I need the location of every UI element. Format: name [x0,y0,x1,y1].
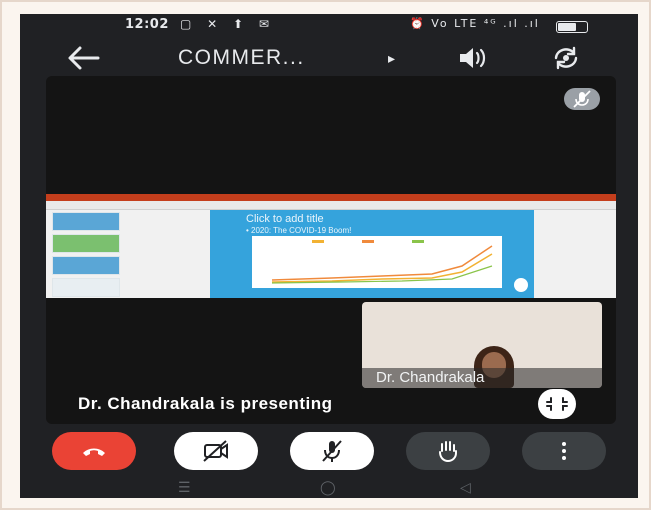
call-controls [20,432,638,476]
camera-toggle-button[interactable] [174,432,258,470]
collapse-icon [546,397,568,411]
phone-hangup-icon [83,448,105,456]
speaker-icon [460,48,486,68]
signal-icons: ⏰ Vo LTE ⁴ᴳ .ıl .ıl [410,17,540,30]
battery-icon [556,21,588,33]
shared-screen: Click to add title • 2020: The COVID-19 … [46,194,616,298]
slide-thumbnails [52,212,122,298]
mic-off-icon [573,90,591,108]
slide-thumbnail [52,256,120,275]
presenting-status: Dr. Chandrakala is presenting [78,394,333,413]
meeting-title[interactable]: COMMER... [178,46,305,70]
flip-camera-icon [554,46,578,70]
speaker-button[interactable] [457,46,489,70]
status-bar: 12:02 ▢ ✕ ⬆ ✉ ⏰ Vo LTE ⁴ᴳ .ıl .ıl [20,14,638,38]
slide-graphic [514,278,528,292]
notification-icons: ▢ ✕ ⬆ ✉ [180,17,275,31]
app-toolbar [46,201,616,210]
app-ribbon [46,194,616,201]
presenter-mic-status [564,88,600,110]
slide-thumbnail [52,234,120,253]
back-button[interactable] [66,44,100,78]
participant-name: Dr. Chandrakala [362,368,602,388]
status-time: 12:02 [125,17,169,32]
phone-screen: 12:02 ▢ ✕ ⬆ ✉ ⏰ Vo LTE ⁴ᴳ .ıl .ıl COMMER… [20,14,638,498]
home-nav-button[interactable]: ◯ [320,479,336,496]
slide-bullet: • 2020: The COVID-19 Boom! [246,226,352,235]
camera-off-icon [203,440,228,462]
back-nav-button[interactable]: ◁ [460,479,471,496]
hand-icon [439,441,457,463]
slide-chart-lines [271,240,493,284]
raise-hand-button[interactable] [406,432,490,470]
switch-camera-button[interactable] [552,46,580,70]
meeting-header: COMMER... ▸ [20,38,638,80]
presentation-stage[interactable]: Click to add title • 2020: The COVID-19 … [46,76,616,424]
more-vertical-icon [562,442,566,460]
slide-canvas: Click to add title • 2020: The COVID-19 … [210,210,534,298]
participant-tile[interactable]: Dr. Chandrakala [362,302,602,388]
slide-thumbnail [52,278,120,297]
android-nav-bar: ☰ ◯ ◁ [20,476,638,498]
slide-thumbnail [52,212,120,231]
more-options-button[interactable] [522,432,606,470]
arrow-left-icon [68,46,100,70]
slide-title: Click to add title [246,213,324,225]
mic-off-icon [322,440,342,462]
title-caret-icon[interactable]: ▸ [388,50,395,67]
recents-nav-button[interactable]: ☰ [178,479,191,496]
end-call-button[interactable] [52,432,136,470]
minimize-presentation-button[interactable] [538,389,576,419]
mic-toggle-button[interactable] [290,432,374,470]
slide-chart [252,236,502,288]
